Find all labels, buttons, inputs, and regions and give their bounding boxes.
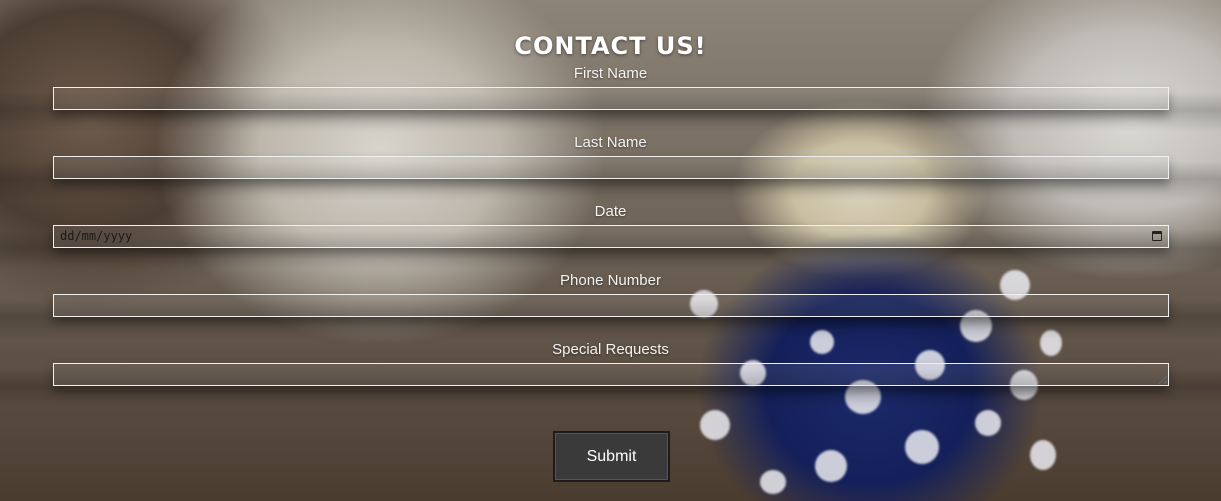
last-name-input[interactable]	[53, 156, 1169, 179]
phone-number-input[interactable]	[53, 294, 1169, 317]
submit-button[interactable]: Submit	[553, 431, 670, 482]
special-requests-label: Special Requests	[552, 341, 669, 358]
date-label: Date	[594, 203, 627, 220]
last-name-label: Last Name	[574, 134, 647, 151]
calendar-icon[interactable]	[1152, 231, 1162, 241]
form-title: CONTACT US!	[514, 32, 707, 60]
date-placeholder: dd/mm/yyyy	[60, 229, 133, 243]
contact-form: CONTACT US! First Name Last Name Date dd…	[0, 0, 1221, 501]
date-input[interactable]: dd/mm/yyyy	[53, 225, 1169, 248]
first-name-input[interactable]	[53, 87, 1169, 110]
phone-number-label: Phone Number	[560, 272, 661, 289]
first-name-label: First Name	[573, 65, 648, 82]
resize-grip-icon[interactable]	[1159, 376, 1167, 384]
special-requests-textarea[interactable]	[53, 363, 1169, 386]
